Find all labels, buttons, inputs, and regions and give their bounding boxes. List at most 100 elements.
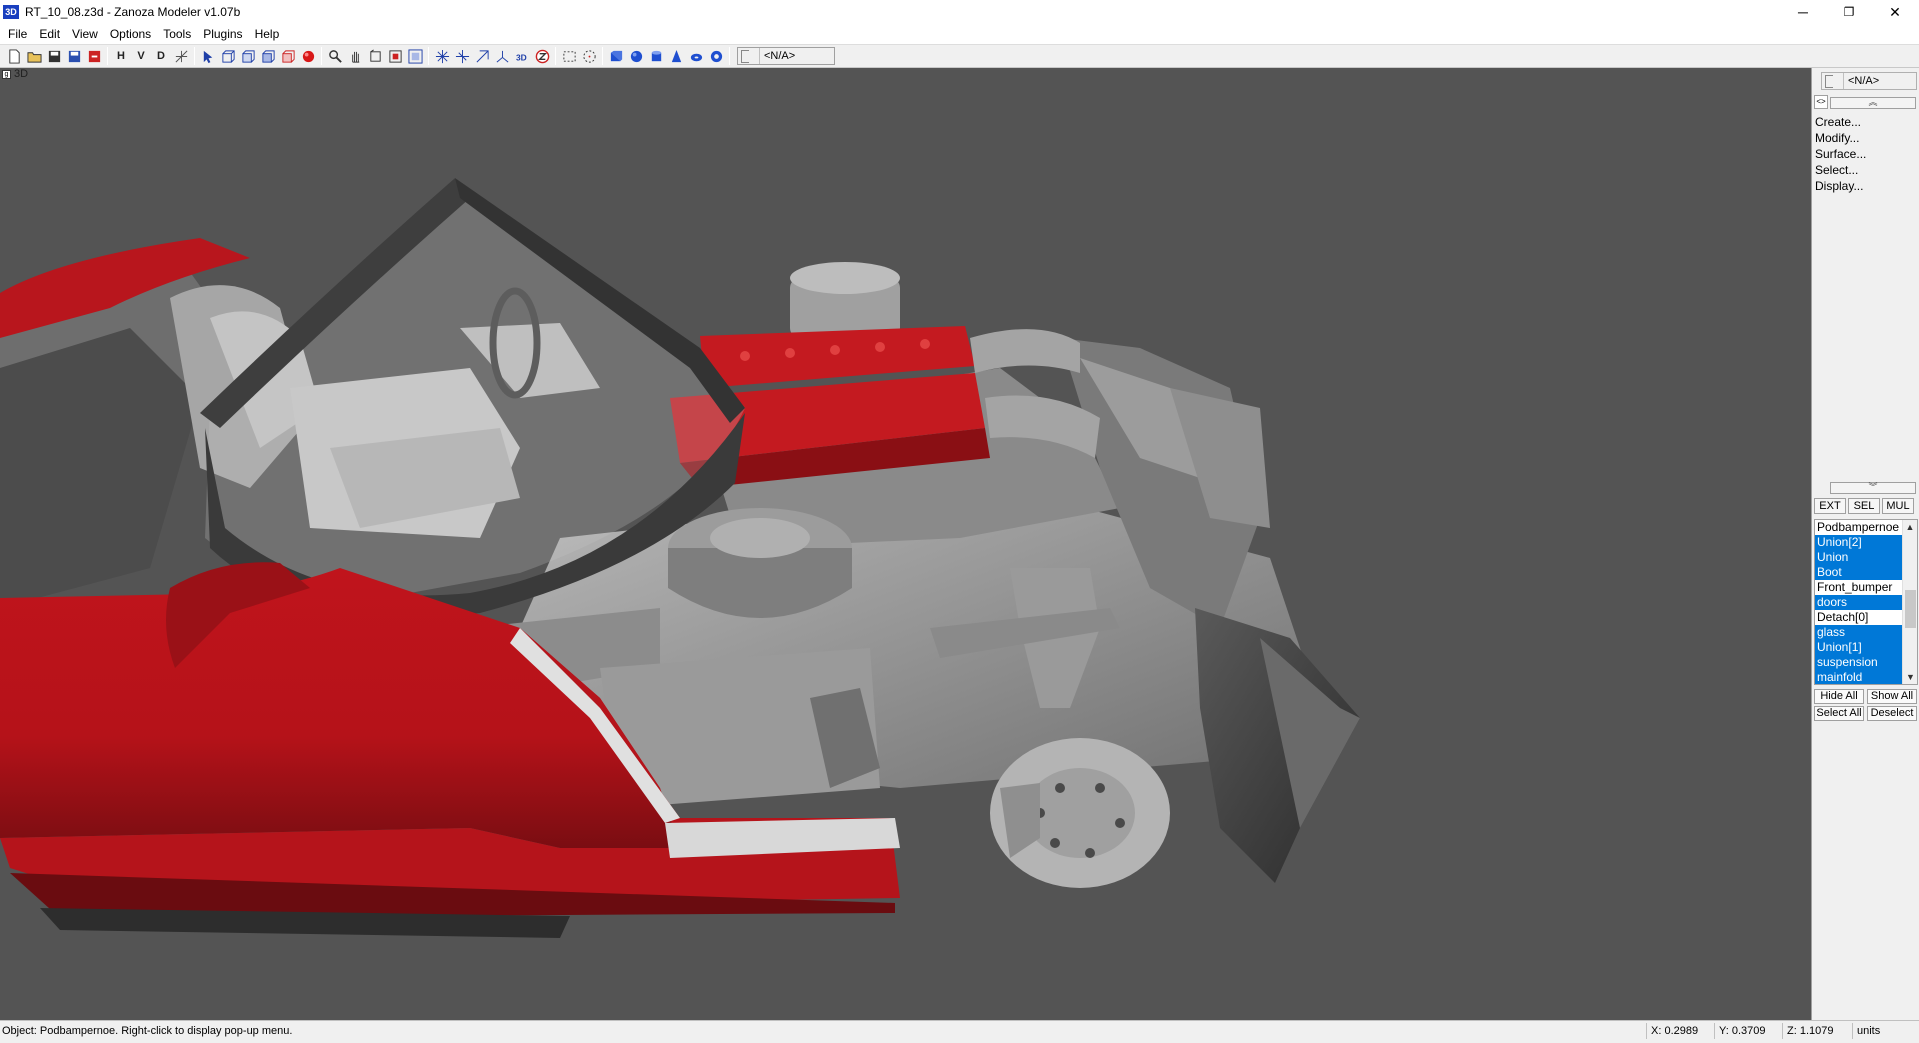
menu-options[interactable]: Options: [104, 24, 157, 44]
toolbar: H V D 3D <N/A>: [0, 44, 1919, 68]
box-texture-icon[interactable]: [278, 46, 298, 66]
toolbar-separator: [321, 47, 322, 65]
toolbar-separator: [729, 47, 730, 65]
menu-file[interactable]: File: [2, 24, 33, 44]
list-item[interactable]: mainfold: [1815, 670, 1903, 684]
view-d-button[interactable]: D: [151, 46, 171, 66]
zanoza-z-icon[interactable]: [532, 46, 552, 66]
view-h-button[interactable]: H: [111, 46, 131, 66]
create-torus-icon[interactable]: [686, 46, 706, 66]
zoom-all-icon[interactable]: [405, 46, 425, 66]
y-coordinate: Y: 0.3709: [1714, 1023, 1766, 1039]
display-command[interactable]: Display...: [1814, 178, 1866, 194]
zoom-icon[interactable]: [325, 46, 345, 66]
object-list[interactable]: Podbampernoe Union[2] Union Boot Front_bumpe…: [1814, 519, 1918, 685]
list-item[interactable]: Union[2]: [1815, 535, 1903, 550]
render-sphere-icon[interactable]: [298, 46, 318, 66]
list-item[interactable]: Front_bumper: [1815, 580, 1903, 595]
list-scroll-down-icon[interactable]: ▼: [1903, 670, 1918, 684]
command-list: Create... Modify... Surface... Select...…: [1814, 114, 1866, 194]
hide-all-button[interactable]: Hide All: [1814, 689, 1864, 704]
viewport-label: 3D: [14, 68, 29, 80]
list-item[interactable]: doors: [1815, 595, 1903, 610]
panel-combo[interactable]: <N/A>: [1821, 72, 1917, 90]
toolbar-separator: [107, 47, 108, 65]
deselect-button[interactable]: Deselect: [1867, 706, 1917, 721]
scroll-down-button[interactable]: ︾: [1830, 482, 1916, 494]
menu-plugins[interactable]: Plugins: [197, 24, 248, 44]
open-folder-icon[interactable]: [24, 46, 44, 66]
list-item[interactable]: Union[1]: [1815, 640, 1903, 655]
x-coordinate: X: 0.2989: [1646, 1023, 1698, 1039]
panel-toggle-button[interactable]: <>: [1814, 95, 1828, 109]
box-wire-icon[interactable]: [218, 46, 238, 66]
list-item[interactable]: Boot: [1815, 565, 1903, 580]
3d-viewport[interactable]: g 3D: [0, 68, 1811, 1020]
modify-command[interactable]: Modify...: [1814, 130, 1866, 146]
close-button[interactable]: ✕: [1872, 0, 1918, 24]
create-sphere-icon[interactable]: [626, 46, 646, 66]
spin-control[interactable]: [1822, 73, 1844, 89]
move-tool-icon[interactable]: [432, 46, 452, 66]
toolbar-separator: [194, 47, 195, 65]
object-combo-value: <N/A>: [764, 50, 796, 62]
create-command[interactable]: Create...: [1814, 114, 1866, 130]
zoom-extents-icon[interactable]: [385, 46, 405, 66]
create-tube-icon[interactable]: [706, 46, 726, 66]
create-box-icon[interactable]: [606, 46, 626, 66]
toolbar-separator: [555, 47, 556, 65]
grid-snap-icon[interactable]: [171, 46, 191, 66]
spin-control[interactable]: [738, 48, 760, 64]
list-buttons: Hide All Show All Select All Deselect: [1814, 689, 1917, 721]
list-scroll-up-icon[interactable]: ▲: [1903, 520, 1917, 534]
save-as-icon[interactable]: [64, 46, 84, 66]
list-item[interactable]: Union: [1815, 550, 1903, 565]
axis-tool-icon[interactable]: [492, 46, 512, 66]
scale-tool-icon[interactable]: [452, 46, 472, 66]
select-arrow-icon[interactable]: [198, 46, 218, 66]
surface-command[interactable]: Surface...: [1814, 146, 1866, 162]
create-cone-icon[interactable]: [666, 46, 686, 66]
view-v-button[interactable]: V: [131, 46, 151, 66]
toolbar-separator: [602, 47, 603, 65]
new-file-icon[interactable]: [4, 46, 24, 66]
select-command[interactable]: Select...: [1814, 162, 1866, 178]
right-panel: <N/A> <> ︽ Create... Modify... Surface..…: [1811, 68, 1919, 1020]
units-label: units: [1852, 1023, 1880, 1039]
menu-tools[interactable]: Tools: [157, 24, 197, 44]
box-flat-icon[interactable]: [238, 46, 258, 66]
create-cylinder-icon[interactable]: [646, 46, 666, 66]
list-item[interactable]: Detach[0]: [1815, 610, 1903, 625]
list-item[interactable]: Podbampernoe: [1815, 520, 1903, 535]
box-smooth-icon[interactable]: [258, 46, 278, 66]
viewport-menu-button[interactable]: g: [2, 70, 11, 79]
window-title: RT_10_08.z3d - Zanoza Modeler v1.07b: [25, 5, 241, 19]
minimize-button[interactable]: ─: [1780, 0, 1826, 24]
menu-view[interactable]: View: [66, 24, 104, 44]
save-icon[interactable]: [44, 46, 64, 66]
scroll-up-button[interactable]: ︽: [1830, 97, 1916, 109]
rotate-tool-icon[interactable]: [472, 46, 492, 66]
menu-help[interactable]: Help: [249, 24, 286, 44]
tab-ext[interactable]: EXT: [1814, 498, 1846, 514]
select-all-button[interactable]: Select All: [1814, 706, 1864, 721]
list-scroll-thumb[interactable]: [1905, 590, 1916, 628]
object-list-scrollbar[interactable]: ▲ ▼: [1902, 520, 1917, 684]
pan-hand-icon[interactable]: [345, 46, 365, 66]
circle-select-icon[interactable]: [579, 46, 599, 66]
tab-mul[interactable]: MUL: [1882, 498, 1914, 514]
menu-bar: File Edit View Options Tools Plugins Hel…: [0, 24, 1919, 44]
list-item[interactable]: suspension: [1815, 655, 1903, 670]
rect-select-icon[interactable]: [559, 46, 579, 66]
object-combo[interactable]: <N/A>: [737, 47, 835, 65]
export-icon[interactable]: [84, 46, 104, 66]
selection-mode-tabs: EXT SEL MUL: [1814, 498, 1914, 514]
car-model-render[interactable]: [0, 68, 1811, 1020]
rotate-view-icon[interactable]: [365, 46, 385, 66]
menu-edit[interactable]: Edit: [33, 24, 66, 44]
list-item[interactable]: glass: [1815, 625, 1903, 640]
maximize-button[interactable]: ❐: [1826, 0, 1872, 24]
show-all-button[interactable]: Show All: [1867, 689, 1917, 704]
mirror-tool-icon[interactable]: 3D: [512, 46, 532, 66]
tab-sel[interactable]: SEL: [1848, 498, 1880, 514]
